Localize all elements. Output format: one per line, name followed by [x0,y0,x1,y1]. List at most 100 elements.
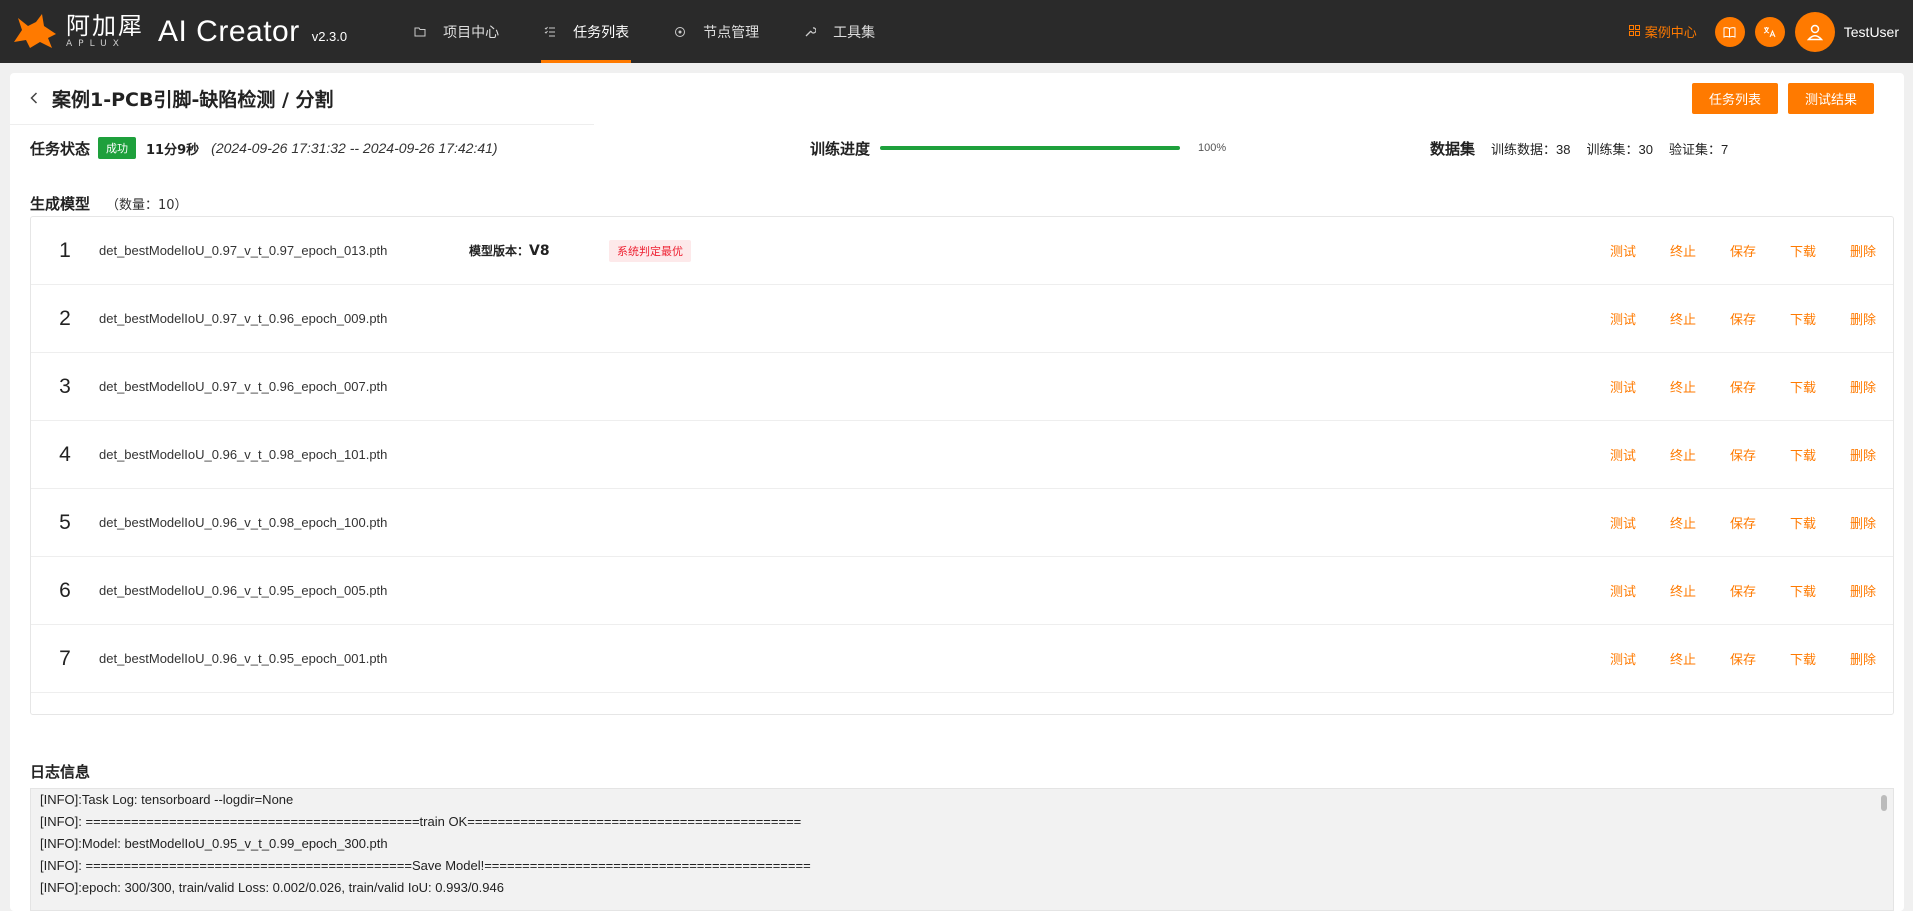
nav-node-management[interactable]: 节点管理 [657,0,775,63]
stop-button[interactable]: 终止 [1653,445,1713,464]
training-progress: 训练进度 100% [810,138,1226,159]
log-panel[interactable]: [INFO]:Task Log: tensorboard --logdir=No… [30,788,1894,911]
log-line: [INFO]:epoch: 300/300, train/valid Loss:… [40,880,504,895]
test-button[interactable]: 测试 [1593,241,1653,260]
grid-icon [1628,24,1640,39]
case-center-link[interactable]: 案例中心 [1628,22,1697,41]
test-button[interactable]: 测试 [1593,377,1653,396]
model-filename: det_bestModelIoU_0.97_v_t_0.96_epoch_007… [99,379,388,394]
nav-toolset[interactable]: 工具集 [787,0,891,63]
save-button[interactable]: 保存 [1713,309,1773,328]
nav-label: 节点管理 [703,24,760,41]
list-check-icon [543,25,557,39]
download-button[interactable]: 下载 [1773,513,1833,532]
main-nav: 项目中心 任务列表 节点管理 工具集 [397,0,903,63]
log-scrollbar[interactable] [1881,795,1887,811]
download-button[interactable]: 下载 [1773,445,1833,464]
table-row: 5 det_bestModelIoU_0.96_v_t_0.98_epoch_10… [31,489,1893,557]
val-set-count: 验证集：7 [1668,141,1729,157]
delete-button[interactable]: 删除 [1833,309,1893,328]
folder-icon [413,25,427,39]
app-name: AI Creator [158,14,300,48]
log-line: [INFO]:Model: bestModelIoU_0.95_v_t_0.99… [40,836,388,851]
test-button[interactable]: 测试 [1593,649,1653,668]
download-button[interactable]: 下载 [1773,241,1833,260]
case-center-label: 案例中心 [1644,26,1697,41]
model-list: 1 det_bestModelIoU_0.97_v_t_0.97_epoch_01… [30,216,1894,715]
book-icon [1723,26,1736,38]
fox-logo-icon [14,13,56,48]
task-list-button[interactable]: 任务列表 [1691,83,1778,114]
brand-logo[interactable]: 阿加犀 APLUX [12,12,144,52]
model-filename: det_bestModelIoU_0.97_v_t_0.96_epoch_009… [99,311,388,326]
stop-button[interactable]: 终止 [1653,513,1713,532]
nav-label: 项目中心 [443,24,500,41]
save-button[interactable]: 保存 [1713,513,1773,532]
test-button[interactable]: 测试 [1593,445,1653,464]
nav-task-list[interactable]: 任务列表 [527,0,645,63]
download-button[interactable]: 下载 [1773,649,1833,668]
download-button[interactable]: 下载 [1773,581,1833,600]
model-actions: 测试 终止 保存 下载 删除 [1593,377,1893,396]
progress-fill [880,146,1181,150]
model-actions: 测试 终止 保存 下载 删除 [1593,513,1893,532]
model-version: 模型版本：V8 [469,242,609,259]
task-status-label: 任务状态 [30,139,91,158]
model-index: 4 [59,442,71,466]
username[interactable]: TestUser [1844,24,1899,40]
model-index: 7 [59,646,71,670]
save-button[interactable]: 保存 [1713,445,1773,464]
stop-button[interactable]: 终止 [1653,241,1713,260]
save-button[interactable]: 保存 [1713,241,1773,260]
model-actions: 测试 终止 保存 下载 删除 [1593,309,1893,328]
save-button[interactable]: 保存 [1713,649,1773,668]
delete-button[interactable]: 删除 [1833,445,1893,464]
nav-label: 任务列表 [573,24,630,41]
model-filename: det_bestModelIoU_0.96_v_t_0.98_epoch_100… [99,515,388,530]
download-button[interactable]: 下载 [1773,309,1833,328]
nav-project-center[interactable]: 项目中心 [397,0,515,63]
top-navbar: 阿加犀 APLUX AI Creator v2.3.0 项目中心 任务列表 节点… [0,0,1913,63]
table-row: 3 det_bestModelIoU_0.97_v_t_0.96_epoch_00… [31,353,1893,421]
delete-button[interactable]: 删除 [1833,649,1893,668]
dataset-label: 数据集 [1430,139,1476,158]
delete-button[interactable]: 删除 [1833,513,1893,532]
model-filename: det_bestModelIoU_0.96_v_t_0.98_epoch_101… [99,447,388,462]
table-row: 2 det_bestModelIoU_0.97_v_t_0.96_epoch_00… [31,285,1893,353]
language-button[interactable] [1754,16,1785,47]
models-section-title: 生成模型 （数量：10） [30,193,188,214]
delete-button[interactable]: 删除 [1833,377,1893,396]
stop-button[interactable]: 终止 [1653,581,1713,600]
page-title: 案例1-PCB引脚-缺陷检测 / 分割 [52,89,334,111]
save-button[interactable]: 保存 [1713,581,1773,600]
model-actions: 测试 终止 保存 下载 删除 [1593,445,1893,464]
progress-percent: 100% [1198,142,1227,154]
test-button[interactable]: 测试 [1593,513,1653,532]
wrench-icon [803,25,817,39]
task-time-range: (2024-09-26 17:31:32 -- 2024-09-26 17:42… [211,140,498,156]
delete-button[interactable]: 删除 [1833,241,1893,260]
test-button[interactable]: 测试 [1593,309,1653,328]
stop-button[interactable]: 终止 [1653,377,1713,396]
stop-button[interactable]: 终止 [1653,309,1713,328]
translate-icon [1764,26,1776,37]
model-version-value: V8 [529,243,550,259]
avatar[interactable] [1794,11,1835,52]
table-row: 1 det_bestModelIoU_0.97_v_t_0.97_epoch_01… [31,217,1893,285]
dataset-info: 数据集 训练数据：38 训练集：30 验证集：7 [1430,138,1728,159]
model-index: 2 [59,306,71,330]
test-results-button[interactable]: 测试结果 [1787,83,1874,114]
stop-button[interactable]: 终止 [1653,649,1713,668]
model-actions: 测试 终止 保存 下载 删除 [1593,241,1893,260]
progress-bar [880,146,1181,150]
docs-button[interactable] [1714,16,1745,47]
delete-button[interactable]: 删除 [1833,581,1893,600]
save-button[interactable]: 保存 [1713,377,1773,396]
model-version-label: 模型版本： [469,244,530,258]
back-chevron-icon[interactable] [30,89,38,108]
model-index: 5 [59,510,71,534]
test-button[interactable]: 测试 [1593,581,1653,600]
table-row: 6 det_bestModelIoU_0.96_v_t_0.95_epoch_00… [31,557,1893,625]
app-version: v2.3.0 [311,29,348,44]
download-button[interactable]: 下载 [1773,377,1833,396]
